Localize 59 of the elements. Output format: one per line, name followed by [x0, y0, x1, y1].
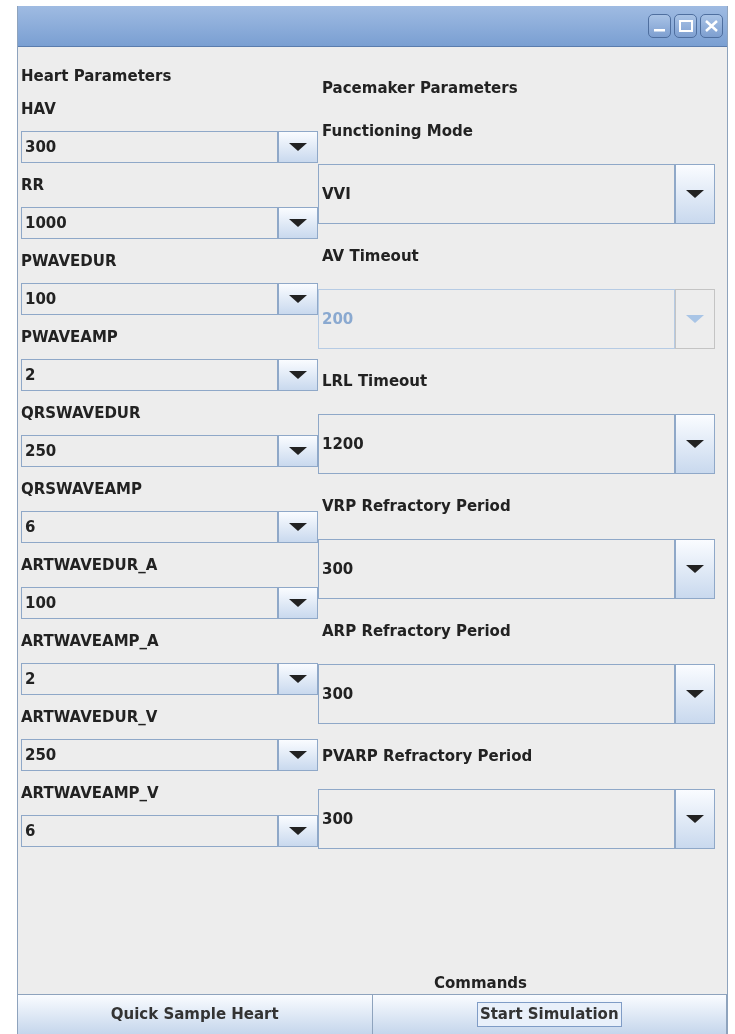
field-label: ARTWAVEAMP_A — [21, 630, 160, 652]
minimize-icon — [654, 28, 665, 32]
dropdown-arrow-button[interactable] — [278, 739, 318, 771]
caret-icon — [289, 371, 307, 379]
dropdown-arrow-button[interactable] — [278, 587, 318, 619]
caret-icon — [686, 690, 704, 698]
close-icon — [705, 20, 718, 32]
dropdown-arrow-button[interactable] — [278, 283, 318, 315]
caret-icon — [686, 440, 704, 448]
caret-icon — [686, 190, 704, 198]
caret-icon — [289, 447, 307, 455]
caret-icon — [289, 675, 307, 683]
caret-icon — [289, 751, 307, 759]
dropdown-arrow-button[interactable] — [278, 207, 318, 239]
close-button[interactable] — [700, 14, 723, 38]
field-label: RR — [21, 174, 46, 196]
field-label: Functioning Mode — [321, 121, 474, 143]
dropdown-arrow-button[interactable] — [675, 164, 715, 224]
field-label: ARP Refractory Period — [321, 621, 512, 643]
field-label: HAV — [21, 98, 57, 120]
minimize-button[interactable] — [648, 14, 671, 38]
field-label: LRL Timeout — [321, 371, 429, 393]
caret-icon — [289, 599, 307, 607]
dropdown-value: 200 — [318, 289, 675, 349]
dropdown-arrow-button[interactable] — [278, 511, 318, 543]
command-button[interactable]: Start Simulation — [372, 995, 727, 1034]
dropdown-arrow-button[interactable] — [278, 663, 318, 695]
field-label: PWAVEAMP — [21, 326, 119, 348]
field-label: QRSWAVEAMP — [21, 478, 143, 500]
caret-icon — [289, 143, 307, 151]
dropdown-arrow-button[interactable] — [278, 359, 318, 391]
dropdown-arrow-button[interactable] — [675, 789, 715, 849]
caret-icon — [686, 815, 704, 823]
maximize-icon — [678, 20, 693, 32]
section-title: Commands — [433, 973, 527, 994]
command-button[interactable]: Quick Sample Heart — [18, 995, 373, 1034]
section-title: Pacemaker Parameters — [321, 77, 519, 99]
section-title: Heart Parameters — [21, 65, 173, 87]
dropdown-arrow-button[interactable] — [675, 539, 715, 599]
caret-icon — [289, 219, 307, 227]
field-label: ARTWAVEDUR_V — [21, 706, 159, 728]
field-label: VRP Refractory Period — [321, 496, 512, 518]
dropdown-arrow-button[interactable] — [675, 414, 715, 474]
field-label: AV Timeout — [321, 246, 420, 268]
dropdown-arrow-button[interactable] — [278, 131, 318, 163]
dropdown-arrow-button[interactable] — [278, 435, 318, 467]
caret-icon — [686, 565, 704, 573]
field-label: ARTWAVEAMP_V — [21, 782, 160, 804]
caret-icon — [289, 523, 307, 531]
field-label: PVARP Refractory Period — [321, 746, 534, 768]
dropdown-arrow-button[interactable] — [278, 815, 318, 847]
field-label: QRSWAVEDUR — [21, 402, 142, 424]
maximize-button[interactable] — [674, 14, 697, 38]
field-label: PWAVEDUR — [21, 250, 118, 272]
caret-icon — [686, 315, 704, 323]
caret-icon — [289, 827, 307, 835]
caret-icon — [289, 295, 307, 303]
dropdown-arrow-button[interactable] — [675, 664, 715, 724]
field-label: ARTWAVEDUR_A — [21, 554, 159, 576]
